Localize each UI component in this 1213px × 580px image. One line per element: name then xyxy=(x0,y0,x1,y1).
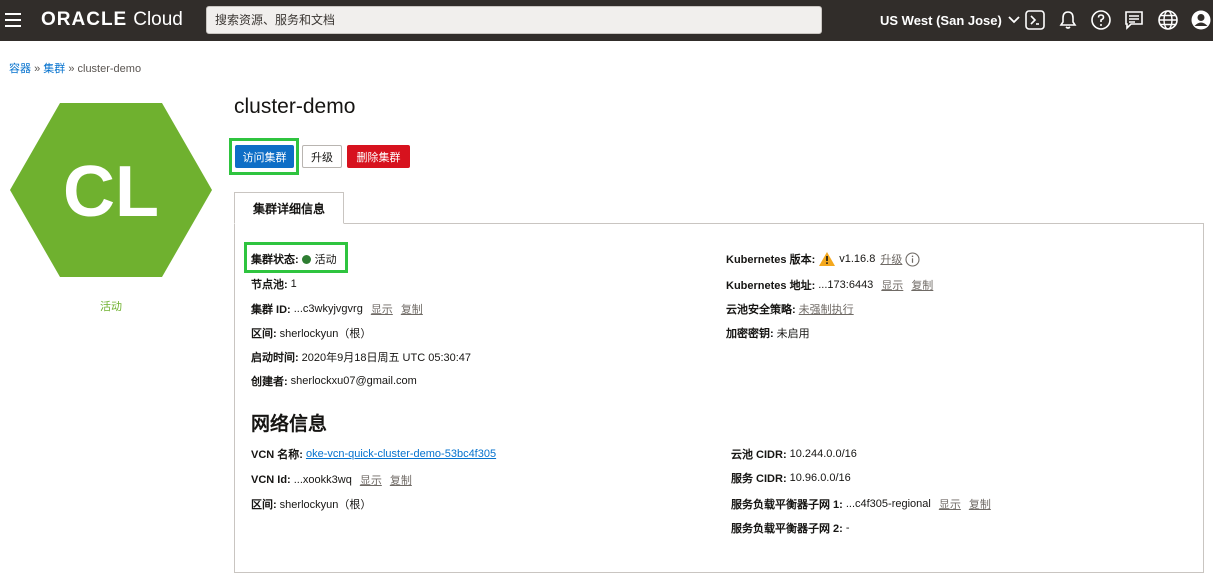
cloud-shell-icon[interactable] xyxy=(1024,9,1046,31)
lb-subnet2-row: 服务负载平衡器子网 2: - xyxy=(731,520,850,536)
hex-status-label: 活动 xyxy=(100,301,122,313)
vcn-id-row: VCN Id: ...xookk3wq 显示 复制 xyxy=(251,472,412,488)
network-compartment-value: sherlockyun（根） xyxy=(279,499,372,511)
globe-icon[interactable] xyxy=(1157,9,1179,31)
lb-subnet2-label: 服务负载平衡器子网 2: xyxy=(731,523,843,535)
k8s-address-label: Kubernetes 地址: xyxy=(726,280,816,292)
svc-cidr-row: 服务 CIDR: 10.96.0.0/16 xyxy=(731,470,851,486)
breadcrumb-current: cluster-demo xyxy=(77,63,142,75)
cluster-hex-badge: CL xyxy=(10,103,212,277)
k8s-version-value: v1.16.8 xyxy=(839,253,876,265)
menu-icon[interactable] xyxy=(5,13,21,27)
lb-subnet2-value: - xyxy=(845,522,850,534)
lb-subnet1-label: 服务负载平衡器子网 1: xyxy=(731,499,843,511)
encryption-value: 未启用 xyxy=(776,328,810,340)
vcn-name-link[interactable]: oke-vcn-quick-cluster-demo-53bc4f305 xyxy=(306,448,496,460)
vcn-id-copy-link[interactable]: 复制 xyxy=(390,472,412,488)
breadcrumb-separator: » xyxy=(34,63,41,75)
started-value: 2020年9月18日周五 UTC 05:30:47 xyxy=(301,352,472,364)
access-cluster-button[interactable]: 访问集群 xyxy=(235,145,294,168)
creator-label: 创建者: xyxy=(251,376,288,388)
cluster-status-label: 集群状态: xyxy=(251,254,299,266)
network-compartment-label: 区间: xyxy=(251,499,277,511)
info-icon[interactable] xyxy=(905,251,920,267)
user-icon[interactable] xyxy=(1190,9,1212,31)
cluster-status-value: 活动 xyxy=(314,254,337,266)
compartment-label: 区间: xyxy=(251,328,277,340)
policy-value-link[interactable]: 未强制执行 xyxy=(799,301,854,317)
page-title: cluster-demo xyxy=(234,95,356,118)
status-dot-icon xyxy=(301,254,311,264)
k8s-version-row: Kubernetes 版本: v1.16.8 升级 xyxy=(726,251,920,267)
k8s-address-row: Kubernetes 地址: ...173:6443 显示 复制 xyxy=(726,277,933,293)
region-selector[interactable]: US West (San Jose) xyxy=(880,11,1020,29)
node-pool-value: 1 xyxy=(290,278,297,290)
encryption-row: 加密密钥: 未启用 xyxy=(726,325,810,341)
k8s-upgrade-link[interactable]: 升级 xyxy=(880,251,902,267)
node-pool-label: 节点池: xyxy=(251,279,288,291)
hex-initials: CL xyxy=(63,152,159,232)
k8s-version-label: Kubernetes 版本: xyxy=(726,254,816,266)
brand-sub: Cloud xyxy=(133,9,183,30)
lb-subnet1-row: 服务负载平衡器子网 1: ...c4f305-regional 显示 复制 xyxy=(731,496,991,512)
svc-cidr-label: 服务 CIDR: xyxy=(731,473,787,485)
k8s-address-copy-link[interactable]: 复制 xyxy=(911,277,933,293)
cluster-id-copy-link[interactable]: 复制 xyxy=(401,301,423,317)
cluster-id-label: 集群 ID: xyxy=(251,304,291,316)
vcn-id-show-link[interactable]: 显示 xyxy=(360,472,382,488)
lb-subnet1-show-link[interactable]: 显示 xyxy=(939,496,961,512)
started-label: 启动时间: xyxy=(251,352,299,364)
network-section-title: 网络信息 xyxy=(251,414,328,435)
tab-cluster-details[interactable]: 集群详细信息 xyxy=(234,192,344,224)
compartment-row: 区间: sherlockyun（根） xyxy=(251,325,371,341)
k8s-address-value: ...173:6443 xyxy=(818,279,874,291)
started-row: 启动时间: 2020年9月18日周五 UTC 05:30:47 xyxy=(251,349,471,365)
node-pool-row: 节点池: 1 xyxy=(251,276,297,292)
vcn-id-label: VCN Id: xyxy=(251,474,291,486)
creator-row: 创建者: sherlockxu07@gmail.com xyxy=(251,373,417,389)
k8s-address-show-link[interactable]: 显示 xyxy=(881,277,903,293)
cluster-id-value: ...c3wkyjvgvrg xyxy=(293,303,363,315)
warning-icon xyxy=(819,252,836,266)
lb-subnet1-copy-link[interactable]: 复制 xyxy=(969,496,991,512)
policy-row: 云池安全策略: 未强制执行 xyxy=(726,301,854,317)
cluster-id-show-link[interactable]: 显示 xyxy=(371,301,393,317)
pod-cidr-label: 云池 CIDR: xyxy=(731,449,787,461)
cluster-id-row: 集群 ID: ...c3wkyjvgvrg 显示 复制 xyxy=(251,301,423,317)
pod-cidr-value: 10.244.0.0/16 xyxy=(789,448,857,460)
lb-subnet1-value: ...c4f305-regional xyxy=(845,498,931,510)
search-input[interactable] xyxy=(206,6,822,34)
region-label: US West (San Jose) xyxy=(880,12,1002,28)
cluster-status-row: 集群状态: 活动 xyxy=(251,251,337,267)
bell-icon[interactable] xyxy=(1057,9,1079,31)
network-compartment-row: 区间: sherlockyun（根） xyxy=(251,496,371,512)
compartment-value: sherlockyun（根） xyxy=(279,328,372,340)
breadcrumb-clusters[interactable]: 集群 xyxy=(43,63,65,75)
top-bar: ORACLE Cloud US West (San Jose) xyxy=(0,0,1213,41)
help-icon[interactable] xyxy=(1090,9,1112,31)
chat-icon[interactable] xyxy=(1123,9,1145,31)
policy-label: 云池安全策略: xyxy=(726,304,796,316)
encryption-label: 加密密钥: xyxy=(726,328,774,340)
svc-cidr-value: 10.96.0.0/16 xyxy=(789,472,851,484)
breadcrumb: 容器 » 集群 » cluster-demo xyxy=(9,60,141,76)
creator-value: sherlockxu07@gmail.com xyxy=(290,375,417,387)
details-panel xyxy=(234,223,1204,573)
delete-cluster-button[interactable]: 删除集群 xyxy=(347,145,410,168)
brand-logo[interactable]: ORACLE Cloud xyxy=(41,9,183,31)
vcn-name-row: VCN 名称: oke-vcn-quick-cluster-demo-53bc4… xyxy=(251,446,496,462)
chevron-down-icon xyxy=(1008,16,1020,24)
vcn-id-value: ...xookk3wq xyxy=(293,474,352,486)
brand-main: ORACLE xyxy=(41,9,128,30)
pod-cidr-row: 云池 CIDR: 10.244.0.0/16 xyxy=(731,446,857,462)
breadcrumb-separator: » xyxy=(68,63,75,75)
upgrade-button[interactable]: 升级 xyxy=(302,145,342,168)
vcn-name-label: VCN 名称: xyxy=(251,449,303,461)
breadcrumb-containers[interactable]: 容器 xyxy=(9,63,31,75)
